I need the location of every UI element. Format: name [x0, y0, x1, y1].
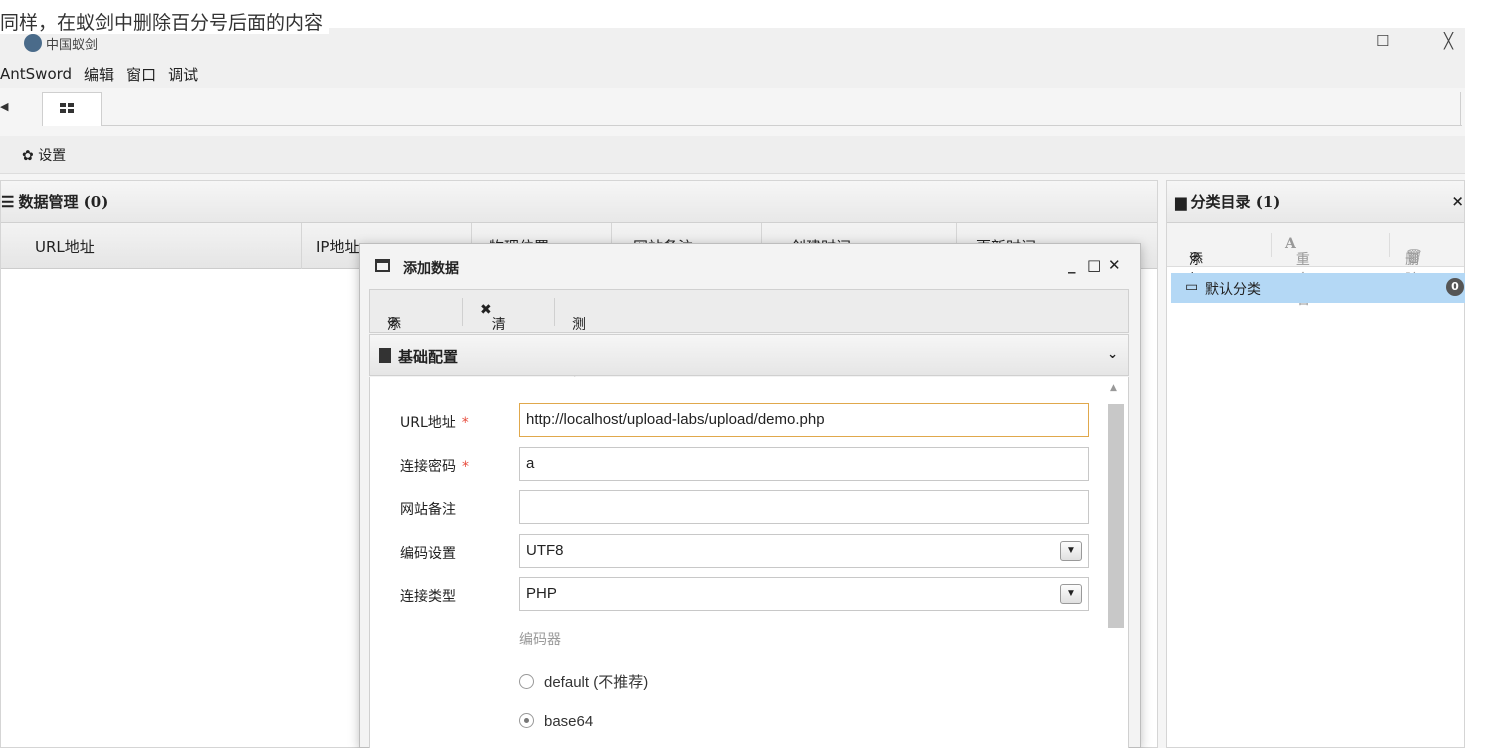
- window-title: 中国蚁剑: [46, 38, 99, 53]
- menu-window[interactable]: 窗口: [126, 64, 156, 85]
- main-toolbar: ✿ 设置: [0, 136, 1465, 174]
- form-scrollbar[interactable]: ▲: [1106, 377, 1126, 748]
- list-icon: ☰: [1, 192, 15, 211]
- chevron-down-icon: ⌄: [1107, 347, 1118, 362]
- settings-button[interactable]: ✿ 设置: [22, 145, 66, 165]
- close-panel-button[interactable]: ×: [1451, 192, 1464, 210]
- password-input[interactable]: a: [519, 447, 1089, 481]
- url-input[interactable]: http://localhost/upload-labs/upload/demo…: [519, 403, 1089, 437]
- tab-bar: ◀: [0, 88, 1465, 128]
- scrollbar-thumb[interactable]: [1108, 404, 1124, 628]
- menu-debug[interactable]: 调试: [168, 64, 198, 85]
- window-icon: [375, 259, 390, 272]
- encoder-base64-label: base64: [544, 713, 594, 730]
- dialog-close-button[interactable]: ✕: [1108, 256, 1121, 274]
- folder-outline-icon: ▭: [1185, 279, 1199, 295]
- dialog-maximize-button[interactable]: □: [1087, 256, 1101, 274]
- data-panel-title: 数据管理 (0): [18, 193, 109, 211]
- settings-label: 设置: [38, 147, 67, 164]
- category-panel-header: ▆ 分类目录 (1) ×: [1167, 181, 1464, 223]
- basic-config-title: 基础配置: [398, 348, 459, 366]
- dialog-minimize-button[interactable]: _: [1068, 256, 1076, 274]
- menu-edit[interactable]: 编辑: [84, 64, 114, 85]
- category-item-label: 默认分类: [1205, 282, 1261, 298]
- encoder-option-default[interactable]: default (不推荐): [519, 671, 648, 692]
- add-data-dialog: 添加数据 _ □ ✕ ⊕ 添加 ✖ 清空 ⁘ 测试连接 基础配置 ⌄ URL地址…: [359, 243, 1141, 748]
- column-url[interactable]: URL地址: [35, 236, 95, 257]
- tab-scroll-left-icon[interactable]: ◀: [0, 100, 8, 113]
- folder-icon: ▆: [1175, 192, 1187, 211]
- column-ip[interactable]: IP地址: [316, 236, 359, 257]
- dialog-clear-button[interactable]: ✖ 清空: [480, 302, 506, 353]
- x-icon: ✖: [480, 302, 492, 318]
- type-label: 连接类型: [400, 589, 456, 605]
- radio-base64[interactable]: [519, 713, 534, 728]
- menu-bar: AntSword 编辑 窗口 调试: [0, 60, 1465, 88]
- basic-config-section[interactable]: 基础配置 ⌄: [369, 334, 1129, 376]
- gear-icon: ✿: [22, 147, 34, 164]
- category-toolbar: ⊕ 添加 A 重命名 🗑 删除: [1167, 223, 1464, 308]
- dialog-title-bar: 添加数据 _ □ ✕: [360, 244, 1140, 289]
- category-rename-button[interactable]: A 重命名: [1285, 236, 1310, 308]
- note-label: 网站备注: [400, 502, 456, 518]
- encoder-label: 编码器: [519, 632, 561, 648]
- type-select[interactable]: PHP ▼: [519, 577, 1089, 611]
- password-label: 连接密码 *: [400, 459, 469, 475]
- close-window-button[interactable]: ╳: [1444, 32, 1453, 50]
- grid-icon: [60, 103, 74, 114]
- tab-home[interactable]: [42, 92, 102, 126]
- dialog-title: 添加数据: [403, 261, 459, 277]
- form-area: URL地址 * http://localhost/upload-labs/uplo…: [369, 377, 1129, 748]
- url-label: URL地址 *: [400, 415, 469, 431]
- scroll-up-icon[interactable]: ▲: [1110, 383, 1117, 393]
- encoding-label: 编码设置: [400, 546, 456, 562]
- document-icon: [379, 348, 391, 363]
- encoder-option-base64[interactable]: base64: [519, 713, 593, 730]
- radio-default[interactable]: [519, 674, 534, 689]
- caption-text: 同样，在蚁剑中删除百分号后面的内容: [0, 8, 330, 34]
- encoding-select[interactable]: UTF8 ▼: [519, 534, 1089, 568]
- menu-antsword[interactable]: AntSword: [0, 65, 72, 83]
- category-panel: ▆ 分类目录 (1) × ⊕ 添加 A 重命名 🗑 删除 ▭ 默认分类 0: [1166, 180, 1465, 748]
- data-panel-header: ☰ 数据管理 (0): [1, 181, 1157, 223]
- dialog-toolbar: ⊕ 添加 ✖ 清空 ⁘ 测试连接: [369, 289, 1129, 393]
- category-item-default[interactable]: ▭ 默认分类 0: [1171, 273, 1465, 303]
- chevron-down-icon: ▼: [1060, 584, 1082, 604]
- note-input[interactable]: [519, 490, 1089, 524]
- encoding-value: UTF8: [526, 542, 564, 559]
- maximize-button[interactable]: ☐: [1376, 32, 1389, 50]
- encoder-default-label: default (不推荐): [544, 674, 649, 691]
- category-panel-title: 分类目录 (1): [1190, 193, 1281, 211]
- type-value: PHP: [526, 585, 557, 602]
- chevron-down-icon: ▼: [1060, 541, 1082, 561]
- font-a-icon: A: [1285, 236, 1296, 252]
- category-count-badge: 0: [1446, 278, 1464, 296]
- antsword-logo-icon: [24, 34, 42, 52]
